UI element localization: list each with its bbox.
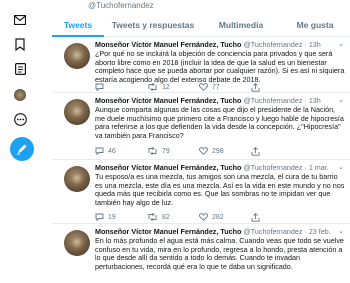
- tweet-actions: 19 82 282: [95, 212, 345, 222]
- author-avatar[interactable]: [64, 43, 90, 69]
- profile-main-column: @Tuchofernandez Tweets Tweets y respuest…: [52, 0, 350, 283]
- like-count: 77: [212, 83, 220, 91]
- retweet-icon: [148, 213, 157, 221]
- tab-tweets[interactable]: Tweets: [52, 14, 104, 37]
- like-count: 298: [212, 147, 224, 155]
- reply-count: 19: [108, 213, 116, 221]
- heart-icon: [199, 83, 208, 91]
- retweet-count: 12: [162, 83, 170, 91]
- tweet-time[interactable]: 1 mar.: [309, 163, 329, 172]
- tweet-text: En lo más profundo el agua está más calm…: [95, 236, 344, 271]
- retweet-count: 79: [162, 147, 170, 155]
- retweet-count: 82: [162, 213, 170, 221]
- reply-icon: [95, 147, 104, 155]
- heart-icon: [199, 147, 208, 155]
- chevron-down-icon[interactable]: ⌄: [338, 227, 344, 235]
- tweet[interactable]: Monseñor Víctor Manuel Fernández, Tucho …: [52, 37, 350, 93]
- retweet-button[interactable]: 82: [147, 213, 199, 221]
- reply-button[interactable]: 46: [95, 147, 147, 155]
- author-name[interactable]: Monseñor Víctor Manuel Fernández, Tucho: [95, 163, 241, 172]
- reply-button[interactable]: [95, 83, 147, 91]
- share-button[interactable]: [251, 82, 303, 92]
- like-button[interactable]: 282: [199, 213, 251, 221]
- profile-header-remnant: @Tuchofernandez: [52, 0, 350, 14]
- share-button[interactable]: [251, 212, 303, 222]
- author-handle[interactable]: @Tuchofernandez: [243, 227, 302, 236]
- author-name[interactable]: Monseñor Víctor Manuel Fernández, Tucho: [95, 227, 241, 236]
- like-button[interactable]: 77: [199, 83, 251, 91]
- chevron-down-icon[interactable]: ⌄: [338, 40, 344, 48]
- tweet-time[interactable]: 13h: [309, 96, 321, 105]
- compose-tweet-button[interactable]: [10, 137, 34, 161]
- like-count: 282: [212, 213, 224, 221]
- like-button[interactable]: 298: [199, 147, 251, 155]
- author-handle[interactable]: @Tuchofernandez: [243, 163, 302, 172]
- tab-tweets-and-replies[interactable]: Tweets y respuestas: [104, 14, 202, 36]
- tweet-actions: 12 77: [95, 82, 345, 92]
- tweet-text: Aunque comparta algunas de las cosas que…: [95, 105, 344, 140]
- reply-icon: [95, 213, 104, 221]
- tab-media[interactable]: Multimedia: [202, 14, 280, 36]
- tweet-time[interactable]: 23 feb.: [309, 227, 331, 236]
- author-avatar[interactable]: [64, 166, 90, 192]
- chevron-down-icon[interactable]: ⌄: [338, 163, 344, 171]
- share-icon: [251, 212, 260, 222]
- more-icon[interactable]: [6, 105, 34, 133]
- compose-tweet-icon: [17, 144, 27, 155]
- author-handle[interactable]: @Tuchofernandez: [243, 96, 302, 105]
- share-icon: [251, 146, 260, 156]
- share-button[interactable]: [251, 146, 303, 156]
- profile-tabs: Tweets Tweets y respuestas Multimedia Me…: [52, 14, 350, 37]
- tweet-time[interactable]: 13h: [309, 40, 321, 49]
- retweet-icon: [148, 147, 157, 155]
- tweet[interactable]: Monseñor Víctor Manuel Fernández, Tucho …: [52, 160, 350, 224]
- author-name[interactable]: Monseñor Víctor Manuel Fernández, Tucho: [95, 96, 241, 105]
- retweet-button[interactable]: 12: [147, 83, 199, 91]
- tab-likes[interactable]: Me gusta: [280, 14, 350, 36]
- nav-rail: [0, 0, 44, 283]
- author-avatar[interactable]: [64, 99, 90, 125]
- tweet-text: ¿Por qué no se incluirá la objeción de c…: [95, 49, 345, 84]
- retweet-button[interactable]: 79: [147, 147, 199, 155]
- author-handle[interactable]: @Tuchofernandez: [243, 40, 302, 49]
- tweet-actions: 46 79 298: [95, 146, 345, 156]
- share-icon: [251, 82, 260, 92]
- reply-count: 46: [108, 147, 116, 155]
- author-name[interactable]: Monseñor Víctor Manuel Fernández, Tucho: [95, 40, 241, 49]
- bookmark-icon[interactable]: [6, 30, 34, 58]
- heart-icon: [199, 213, 208, 221]
- profile-handle: @Tuchofernandez: [88, 1, 154, 10]
- retweet-icon: [148, 83, 157, 91]
- reply-button[interactable]: 19: [95, 213, 147, 221]
- author-avatar[interactable]: [64, 230, 90, 256]
- chevron-down-icon[interactable]: ⌄: [338, 96, 344, 104]
- tweet-text: Tu esposo/a es una mezcla, tus amigos so…: [95, 172, 345, 207]
- tweet[interactable]: Monseñor Víctor Manuel Fernández, Tucho …: [52, 224, 350, 283]
- reply-icon: [95, 83, 104, 91]
- list-icon[interactable]: [6, 55, 34, 83]
- tweet[interactable]: Monseñor Víctor Manuel Fernández, Tucho …: [52, 93, 350, 160]
